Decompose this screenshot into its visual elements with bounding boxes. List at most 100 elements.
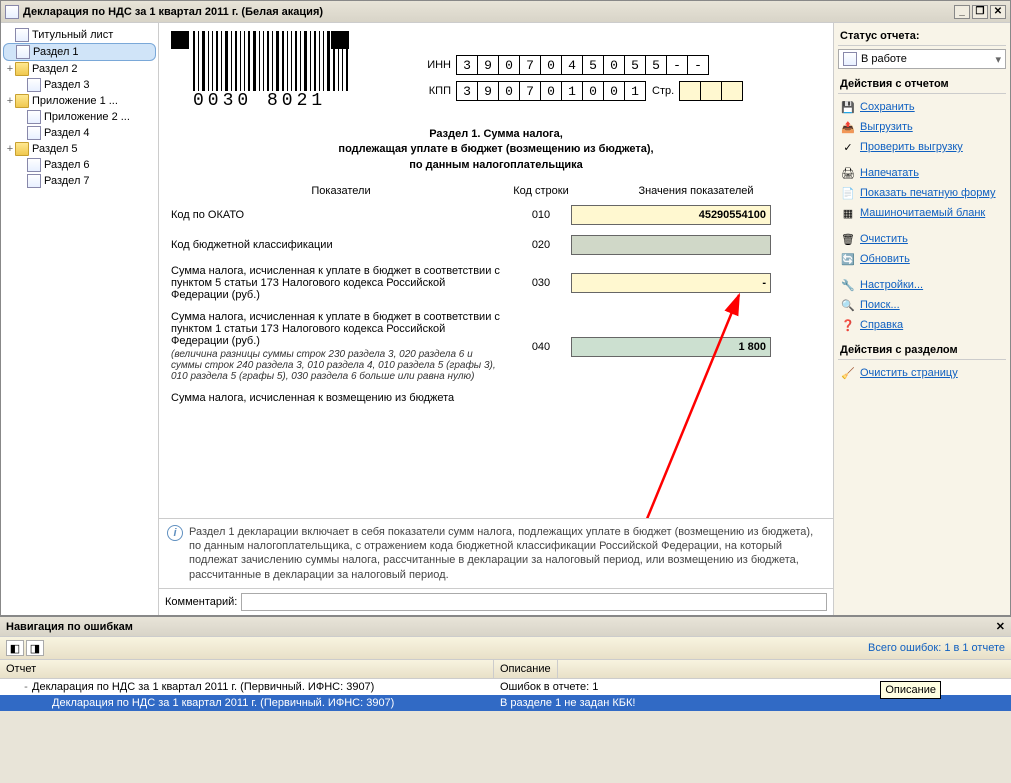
action-blank[interactable]: ▦Машиночитаемый бланк — [838, 203, 1006, 223]
tree-item[interactable]: Приложение 2 ... — [15, 109, 156, 125]
data-row: Сумма налога, исчисленная к возмещению и… — [171, 392, 821, 404]
error-row[interactable]: -Декларация по НДС за 1 квартал 2011 г. … — [0, 679, 1011, 695]
row-value-input[interactable]: 1 800 — [571, 337, 771, 357]
error-col-report[interactable]: Отчет — [0, 660, 494, 678]
action-check[interactable]: ✓Проверить выгрузку — [838, 137, 1006, 157]
tooltip: Описание — [880, 681, 941, 699]
error-col-desc[interactable]: Описание — [494, 660, 558, 678]
tree-item[interactable]: Раздел 4 — [15, 125, 156, 141]
action-label: Проверить выгрузку — [860, 141, 963, 153]
error-columns: Отчет Описание — [0, 660, 1011, 679]
action-label: Машиночитаемый бланк — [860, 207, 985, 219]
folder-icon — [15, 62, 29, 76]
action-export[interactable]: 📤Выгрузить — [838, 117, 1006, 137]
expand-icon[interactable]: + — [5, 95, 15, 107]
form-area: 0030 8021 ИНН 3907045055-- КПП 390701001… — [159, 23, 834, 615]
tree-item[interactable]: Раздел 1 — [3, 43, 156, 61]
print-icon: 🖨 — [840, 165, 856, 181]
action-clear[interactable]: 🗑Очистить — [838, 229, 1006, 249]
action-label: Выгрузить — [860, 121, 913, 133]
row-label: Сумма налога, исчисленная к возмещению и… — [171, 392, 511, 404]
tree-item[interactable]: Раздел 3 — [15, 77, 156, 93]
row-label: Сумма налога, исчисленная к уплате в бюд… — [171, 265, 511, 301]
actions-group-title: Действия с отчетом — [838, 75, 1006, 94]
action-print[interactable]: 🖨 Напечатать — [838, 163, 1006, 183]
doc-icon — [16, 45, 30, 59]
error-nav-title: Навигация по ошибкам — [6, 621, 133, 633]
tree-item-label: Раздел 4 — [44, 127, 90, 139]
barcode-number: 0030 8021 — [193, 91, 351, 111]
barcode: 0030 8021 — [171, 31, 351, 111]
row-label: Код бюджетной классификации — [171, 239, 511, 251]
inn-label: ИНН — [411, 59, 451, 71]
action-clearpage[interactable]: 🧹Очистить страницу — [838, 363, 1006, 383]
action-label: Очистить страницу — [860, 367, 958, 379]
tree-item[interactable]: +Раздел 5 — [3, 141, 156, 157]
action-save[interactable]: 💾 Сохранить — [838, 97, 1006, 117]
row-value-input[interactable]: 45290554100 — [571, 205, 771, 225]
info-text: Раздел 1 декларации включает в себя пока… — [189, 525, 825, 582]
action-label: Напечатать — [860, 167, 919, 179]
page-cells — [680, 81, 743, 101]
tree-item[interactable]: Раздел 6 — [15, 157, 156, 173]
comment-input[interactable] — [241, 593, 827, 611]
maximize-button[interactable]: ❐ — [972, 5, 988, 19]
error-row[interactable]: Декларация по НДС за 1 квартал 2011 г. (… — [0, 695, 1011, 711]
row-value-input[interactable] — [571, 235, 771, 255]
error-navigation: Навигация по ошибкам ✕ ◧ ◨ Всего ошибок:… — [0, 616, 1011, 711]
main-window: Декларация по НДС за 1 квартал 2011 г. (… — [0, 0, 1011, 616]
kpp-label: КПП — [411, 85, 451, 97]
tree-item[interactable]: + Раздел 2 — [3, 61, 156, 77]
action-help[interactable]: ❓Справка — [838, 315, 1006, 335]
navigation-tree[interactable]: Титульный листРаздел 1+Раздел 2Раздел 3+… — [1, 23, 159, 615]
doc-icon — [27, 78, 41, 92]
table-header: Показатели Код строки Значения показател… — [171, 185, 821, 197]
kpp-cells: 390701001 — [457, 81, 646, 101]
data-row: Код по ОКАТО01045290554100 — [171, 205, 821, 225]
error-nav-close-icon[interactable]: ✕ — [996, 620, 1005, 633]
error-next-button[interactable]: ◨ — [26, 640, 44, 656]
action-printform[interactable]: 📄Показать печатную форму — [838, 183, 1006, 203]
action-label: Очистить — [860, 233, 908, 245]
right-panel: Статус отчета: В работе ▾ Действия с отч… — [834, 23, 1010, 615]
comment-label: Комментарий: — [165, 596, 237, 608]
tree-item-label: Раздел 2 — [32, 63, 78, 75]
save-icon: 💾 — [840, 99, 856, 115]
action-label: Поиск... — [860, 299, 900, 311]
error-summary: Всего ошибок: 1 в 1 отчете — [868, 642, 1005, 654]
expand-icon[interactable]: + — [5, 63, 15, 75]
row-code: 020 — [511, 239, 571, 251]
folder-icon — [15, 94, 29, 108]
tree-item[interactable]: Раздел 7 — [15, 173, 156, 189]
action-search[interactable]: 🔍 Поиск... — [838, 295, 1006, 315]
tree-item-label: Раздел 7 — [44, 175, 90, 187]
error-prev-button[interactable]: ◧ — [6, 640, 24, 656]
action-refresh[interactable]: 🔄 Обновить — [838, 249, 1006, 269]
doc-icon — [5, 5, 19, 19]
error-list[interactable]: Описание -Декларация по НДС за 1 квартал… — [0, 679, 1011, 711]
refresh-icon: 🔄 — [840, 251, 856, 267]
tree-item[interactable]: Титульный лист — [3, 27, 156, 43]
row-value-input[interactable]: - — [571, 273, 771, 293]
status-value: В работе — [861, 53, 907, 65]
action-label: Обновить — [860, 253, 910, 265]
row-label: Код по ОКАТО — [171, 209, 511, 221]
data-row: Сумма налога, исчисленная к уплате в бюд… — [171, 311, 821, 382]
settings-icon: 🔧 — [840, 277, 856, 293]
titlebar: Декларация по НДС за 1 квартал 2011 г. (… — [1, 1, 1010, 23]
doc-icon — [27, 110, 41, 124]
search-icon: 🔍 — [840, 297, 856, 313]
tree-item-label: Приложение 2 ... — [44, 111, 130, 123]
data-row: Сумма налога, исчисленная к уплате в бюд… — [171, 265, 821, 301]
expand-icon[interactable]: - — [20, 681, 32, 693]
action-settings[interactable]: 🔧Настройки... — [838, 275, 1006, 295]
status-select[interactable]: В работе ▾ — [838, 49, 1006, 69]
minimize-button[interactable]: _ — [954, 5, 970, 19]
tree-item[interactable]: +Приложение 1 ... — [3, 93, 156, 109]
action-label: Сохранить — [860, 101, 915, 113]
page-label: Стр. — [652, 85, 674, 97]
expand-icon[interactable]: + — [5, 143, 15, 155]
row-label: Сумма налога, исчисленная к уплате в бюд… — [171, 311, 511, 382]
close-button[interactable]: ✕ — [990, 5, 1006, 19]
row-code: 010 — [511, 209, 571, 221]
